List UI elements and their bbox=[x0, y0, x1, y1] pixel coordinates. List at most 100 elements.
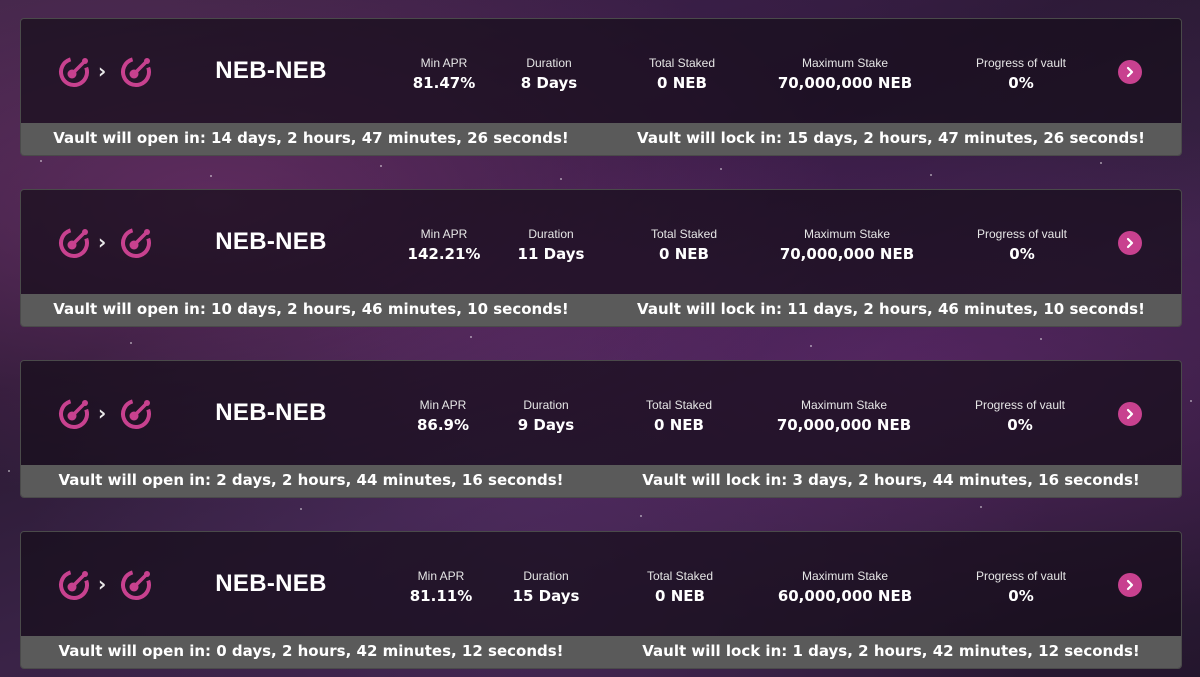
neb-token-icon bbox=[59, 57, 89, 87]
vault-summary: › NEB-NEB Min APR 81.11% Duration 15 Day… bbox=[21, 532, 1181, 638]
maximum-stake: Maximum Stake 60,000,000 NEB bbox=[770, 569, 920, 605]
total-staked-label: Total Staked bbox=[648, 56, 716, 70]
chevron-right-icon: › bbox=[98, 401, 107, 425]
vault-open-countdown: Vault will open in: 10 days, 2 hours, 46… bbox=[53, 300, 569, 318]
chevron-right-icon bbox=[1126, 66, 1134, 78]
min-apr-label: Min APR bbox=[419, 398, 467, 412]
maximum-stake-label: Maximum Stake bbox=[803, 227, 891, 241]
neb-token-icon bbox=[121, 399, 151, 429]
total-staked: Total Staked 0 NEB bbox=[632, 56, 732, 92]
duration-label: Duration bbox=[526, 56, 572, 70]
total-staked: Total Staked 0 NEB bbox=[629, 398, 729, 434]
vault-progress: Progress of vault 0% bbox=[961, 569, 1081, 605]
maximum-stake-label: Maximum Stake bbox=[801, 569, 889, 583]
min-apr-value: 142.21% bbox=[407, 245, 481, 263]
neb-token-icon bbox=[59, 399, 89, 429]
chevron-right-icon: › bbox=[98, 230, 107, 254]
vault-timer-bar: Vault will open in: 2 days, 2 hours, 44 … bbox=[21, 465, 1181, 497]
total-staked: Total Staked 0 NEB bbox=[630, 569, 730, 605]
min-apr-value: 81.11% bbox=[409, 587, 473, 605]
total-staked-label: Total Staked bbox=[645, 398, 713, 412]
vault-progress-label: Progress of vault bbox=[975, 569, 1067, 583]
pair-name: NEB-NEB bbox=[215, 57, 327, 84]
vault-card[interactable]: › NEB-NEB Min APR 142.21% Duration 11 Da… bbox=[20, 189, 1182, 327]
duration-value: 9 Days bbox=[517, 416, 575, 434]
vault-progress-value: 0% bbox=[1008, 587, 1034, 605]
chevron-right-icon bbox=[1126, 579, 1134, 591]
chevron-right-icon bbox=[1126, 237, 1134, 249]
vault-lock-countdown: Vault will lock in: 15 days, 2 hours, 47… bbox=[637, 129, 1145, 147]
token-pair: › bbox=[57, 55, 157, 89]
vault-timer-bar: Vault will open in: 0 days, 2 hours, 42 … bbox=[21, 636, 1181, 668]
duration-value: 8 Days bbox=[520, 74, 578, 92]
neb-token-icon bbox=[59, 570, 89, 600]
vault-timer-bar: Vault will open in: 10 days, 2 hours, 46… bbox=[21, 294, 1181, 326]
vault-progress-label: Progress of vault bbox=[976, 227, 1068, 241]
neb-token-icon bbox=[121, 228, 151, 258]
open-vault-button[interactable] bbox=[1118, 573, 1142, 597]
vault-open-countdown: Vault will open in: 0 days, 2 hours, 42 … bbox=[58, 642, 564, 660]
neb-token-icon bbox=[121, 57, 151, 87]
chevron-right-icon: › bbox=[98, 572, 107, 596]
total-staked-label: Total Staked bbox=[650, 227, 718, 241]
vault-progress: Progress of vault 0% bbox=[961, 56, 1081, 92]
total-staked-label: Total Staked bbox=[646, 569, 714, 583]
vault-timer-bar: Vault will open in: 14 days, 2 hours, 47… bbox=[21, 123, 1181, 155]
vault-progress-value: 0% bbox=[1009, 245, 1035, 263]
maximum-stake-value: 70,000,000 NEB bbox=[777, 74, 913, 92]
total-staked: Total Staked 0 NEB bbox=[634, 227, 734, 263]
duration-value: 11 Days bbox=[517, 245, 585, 263]
maximum-stake: Maximum Stake 70,000,000 NEB bbox=[770, 56, 920, 92]
duration-label: Duration bbox=[523, 398, 569, 412]
vault-progress: Progress of vault 0% bbox=[962, 227, 1082, 263]
duration: Duration 8 Days bbox=[509, 56, 589, 92]
min-apr: Min APR 86.9% bbox=[393, 398, 493, 434]
duration: Duration 9 Days bbox=[506, 398, 586, 434]
maximum-stake: Maximum Stake 70,000,000 NEB bbox=[772, 227, 922, 263]
vault-progress-value: 0% bbox=[1008, 74, 1034, 92]
maximum-stake-label: Maximum Stake bbox=[801, 56, 889, 70]
neb-token-icon bbox=[121, 570, 151, 600]
vault-open-countdown: Vault will open in: 14 days, 2 hours, 47… bbox=[53, 129, 569, 147]
vault-summary: › NEB-NEB Min APR 86.9% Duration 9 Days … bbox=[21, 361, 1181, 467]
token-pair: › bbox=[57, 568, 157, 602]
min-apr-label: Min APR bbox=[420, 56, 468, 70]
neb-token-icon bbox=[59, 228, 89, 258]
chevron-right-icon: › bbox=[98, 59, 107, 83]
chevron-right-icon bbox=[1126, 408, 1134, 420]
vault-progress-label: Progress of vault bbox=[975, 56, 1067, 70]
pair-name: NEB-NEB bbox=[215, 570, 327, 597]
min-apr: Min APR 81.11% bbox=[391, 569, 491, 605]
min-apr: Min APR 81.47% bbox=[394, 56, 494, 92]
vault-lock-countdown: Vault will lock in: 11 days, 2 hours, 46… bbox=[637, 300, 1145, 318]
vault-summary: › NEB-NEB Min APR 142.21% Duration 11 Da… bbox=[21, 190, 1181, 296]
vault-card[interactable]: › NEB-NEB Min APR 81.11% Duration 15 Day… bbox=[20, 531, 1182, 669]
maximum-stake-value: 70,000,000 NEB bbox=[776, 416, 912, 434]
vault-lock-countdown: Vault will lock in: 3 days, 2 hours, 44 … bbox=[642, 471, 1140, 489]
open-vault-button[interactable] bbox=[1118, 60, 1142, 84]
total-staked-value: 0 NEB bbox=[657, 74, 707, 92]
pair-name: NEB-NEB bbox=[215, 399, 327, 426]
min-apr-label: Min APR bbox=[420, 227, 468, 241]
vault-summary: › NEB-NEB Min APR 81.47% Duration 8 Days… bbox=[21, 19, 1181, 125]
vault-progress: Progress of vault 0% bbox=[960, 398, 1080, 434]
duration-label: Duration bbox=[528, 227, 574, 241]
maximum-stake-value: 70,000,000 NEB bbox=[779, 245, 915, 263]
open-vault-button[interactable] bbox=[1118, 231, 1142, 255]
total-staked-value: 0 NEB bbox=[655, 587, 705, 605]
pair-name: NEB-NEB bbox=[215, 228, 327, 255]
total-staked-value: 0 NEB bbox=[654, 416, 704, 434]
vault-card[interactable]: › NEB-NEB Min APR 86.9% Duration 9 Days … bbox=[20, 360, 1182, 498]
open-vault-button[interactable] bbox=[1118, 402, 1142, 426]
maximum-stake-value: 60,000,000 NEB bbox=[777, 587, 913, 605]
min-apr-value: 81.47% bbox=[412, 74, 476, 92]
vault-lock-countdown: Vault will lock in: 1 days, 2 hours, 42 … bbox=[642, 642, 1140, 660]
maximum-stake: Maximum Stake 70,000,000 NEB bbox=[769, 398, 919, 434]
duration-label: Duration bbox=[523, 569, 569, 583]
vault-card[interactable]: › NEB-NEB Min APR 81.47% Duration 8 Days… bbox=[20, 18, 1182, 156]
vault-progress-label: Progress of vault bbox=[974, 398, 1066, 412]
duration-value: 15 Days bbox=[512, 587, 580, 605]
token-pair: › bbox=[57, 397, 157, 431]
min-apr: Min APR 142.21% bbox=[394, 227, 494, 263]
total-staked-value: 0 NEB bbox=[659, 245, 709, 263]
